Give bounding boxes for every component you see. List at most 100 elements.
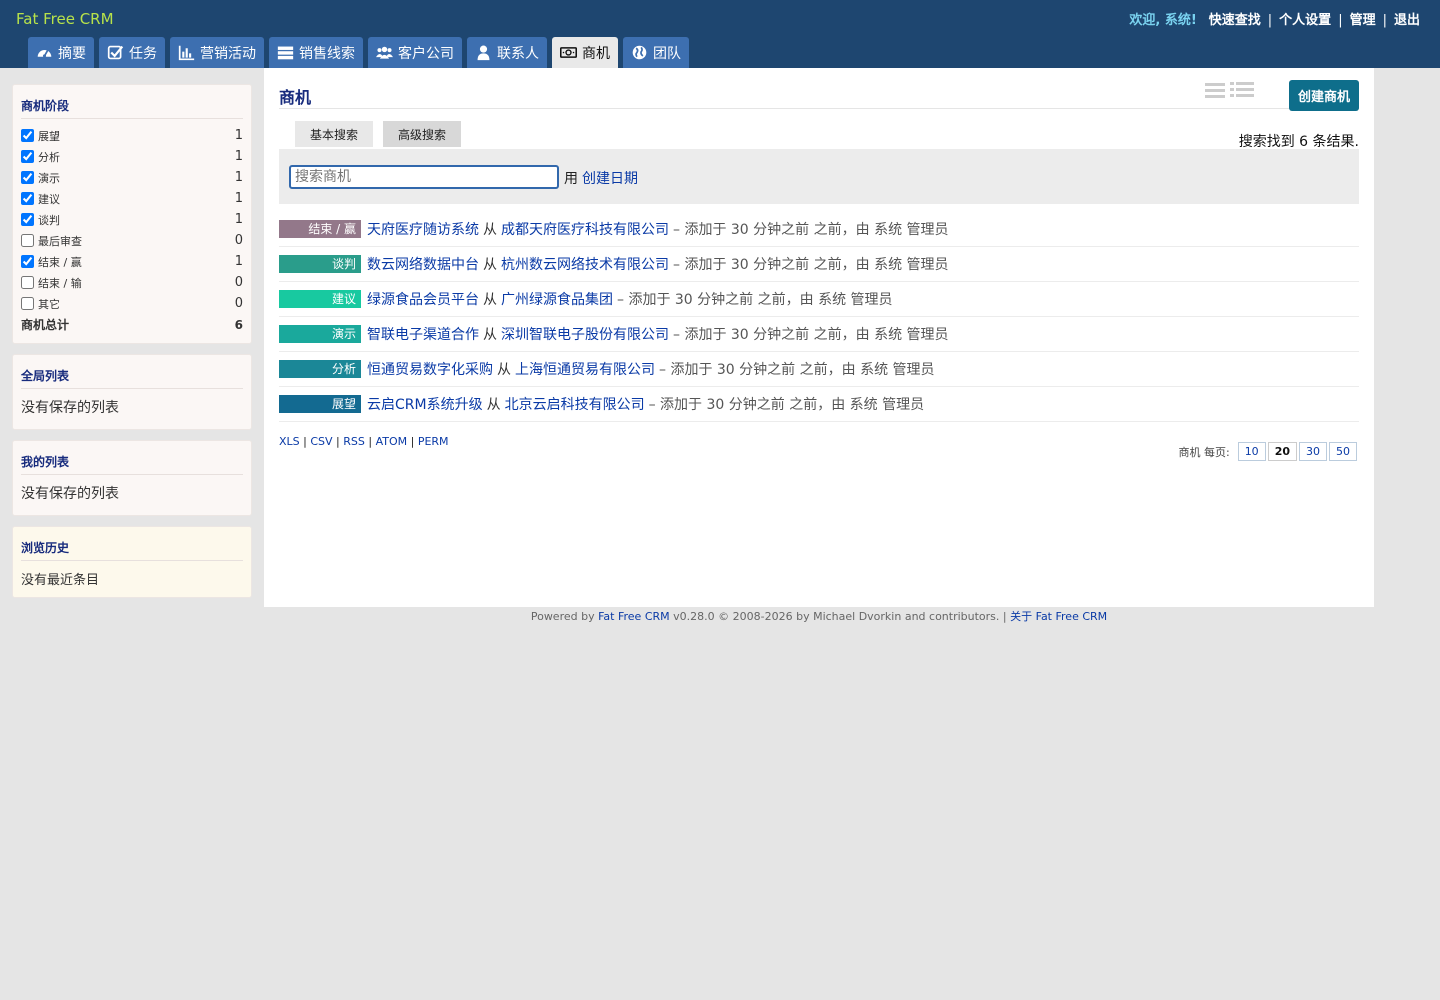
- history-empty: 没有最近条目: [21, 573, 100, 588]
- stage-filter-label[interactable]: 建议: [21, 191, 60, 207]
- tab-label: 客户公司: [398, 45, 454, 62]
- account-link[interactable]: 杭州数云网络技术有限公司: [501, 254, 669, 274]
- stage-checkbox[interactable]: [21, 150, 34, 163]
- search-by-created-link[interactable]: 创建日期: [582, 171, 638, 187]
- basic-search-tab[interactable]: 基本搜索: [295, 121, 374, 147]
- footer-middle: v0.28.0 © 2008-2026 by Michael Dvorkin a…: [673, 610, 1007, 623]
- export-csv-link[interactable]: CSV: [310, 435, 332, 448]
- history-title: 浏览历史: [21, 539, 243, 561]
- logout-link[interactable]: 退出: [1394, 13, 1420, 28]
- opportunity-row: 展望 云启CRM系统升级从北京云启科技有限公司 – 添加于 30 分钟之前 之前，由…: [279, 387, 1359, 422]
- admin-link[interactable]: 管理: [1350, 13, 1376, 28]
- tab-contacts[interactable]: 联系人: [467, 37, 547, 68]
- stage-filter-label[interactable]: 最后审查: [21, 233, 82, 249]
- search-input[interactable]: [289, 165, 559, 189]
- create-opportunity-button[interactable]: 创建商机: [1288, 80, 1359, 111]
- profile-link[interactable]: 个人设置: [1279, 13, 1331, 28]
- stage-filter-row: 其它 0: [21, 293, 243, 314]
- tab-leads[interactable]: 销售线索: [269, 37, 363, 68]
- account-link[interactable]: 成都天府医疗科技有限公司: [501, 219, 669, 239]
- opportunity-row: 演示 智联电子渠道合作从深圳智联电子股份有限公司 – 添加于 30 分钟之前 之前，…: [279, 317, 1359, 352]
- opportunity-name-link[interactable]: 智联电子渠道合作: [367, 324, 479, 344]
- tab-accounts[interactable]: 客户公司: [368, 37, 462, 68]
- opportunity-name-link[interactable]: 恒通贸易数字化采购: [367, 359, 493, 379]
- export-rss-link[interactable]: RSS: [343, 435, 365, 448]
- global-lists-empty: 没有保存的列表: [21, 400, 119, 416]
- stage-total-row: 商机总计 6: [21, 314, 243, 335]
- stage-filter-row: 演示 1: [21, 167, 243, 188]
- tab-opportunities[interactable]: 商机: [552, 37, 618, 68]
- stage-checkbox[interactable]: [21, 255, 34, 268]
- export-xls-link[interactable]: XLS: [279, 435, 300, 448]
- stage-filter-row: 最后审查 0: [21, 230, 243, 251]
- stage-filter-list: 展望 1 分析 1 演示 1 建议 1 谈判 1 最后审查 0 结束 / 赢 1 结束 / 输 0 其它 0: [21, 125, 243, 314]
- account-link[interactable]: 北京云启科技有限公司: [505, 394, 645, 414]
- main-content: 商机 创建商机 基本搜索 高级搜索 搜索找到 6 条结果. 用创建日期 结束 /…: [264, 68, 1374, 607]
- sidebar: 商机阶段 展望 1 分析 1 演示 1 建议 1 谈判 1 最后审查 0 结束 / 赢 1 结束 / 输0其…: [12, 84, 252, 608]
- tab-dashboard[interactable]: 摘要: [28, 37, 94, 68]
- stage-filter-label[interactable]: 结束 / 输: [21, 275, 82, 291]
- stage-checkbox[interactable]: [21, 297, 34, 310]
- stage-filter-row: 展望 1: [21, 125, 243, 146]
- footer-crm-link[interactable]: Fat Free CRM: [598, 610, 670, 623]
- detailed-view-icon[interactable]: [1230, 81, 1254, 103]
- stage-name: 最后审查: [38, 234, 82, 248]
- tab-campaigns[interactable]: 营销活动: [170, 37, 264, 68]
- stage-checkbox[interactable]: [21, 276, 34, 289]
- opportunity-meta: – 添加于 30 分钟之前 之前，由 系统 管理员: [648, 397, 925, 413]
- global-lists-title: 全局列表: [21, 367, 243, 389]
- quick-find-link[interactable]: 快速查找: [1209, 13, 1261, 28]
- stage-checkbox[interactable]: [21, 234, 34, 247]
- stage-total-value: 6: [234, 317, 243, 332]
- account-link[interactable]: 广州绿源食品集团: [501, 289, 613, 309]
- stage-filter-label[interactable]: 结束 / 赢: [21, 254, 82, 270]
- stage-count: 1: [234, 254, 243, 269]
- stage-name: 其它: [38, 297, 60, 311]
- list-view-icon[interactable]: [1205, 81, 1225, 103]
- tab-teams[interactable]: 团队: [623, 37, 689, 68]
- stage-filter-label[interactable]: 展望: [21, 128, 60, 144]
- stage-filter-row: 结束 / 赢 1: [21, 251, 243, 272]
- search-tabs: 基本搜索 高级搜索: [295, 121, 462, 147]
- footer-about-link[interactable]: 关于 Fat Free CRM: [1010, 610, 1107, 623]
- stage-checkbox[interactable]: [21, 192, 34, 205]
- stage-filter-label[interactable]: 演示: [21, 170, 60, 186]
- advanced-search-tab[interactable]: 高级搜索: [383, 121, 462, 147]
- stage-checkbox[interactable]: [21, 213, 34, 226]
- users-icon: [376, 44, 393, 61]
- bar-chart-icon: [178, 44, 195, 61]
- opportunity-meta: – 添加于 30 分钟之前 之前，由 系统 管理员: [673, 257, 949, 273]
- opportunity-name-link[interactable]: 绿源食品会员平台: [367, 289, 479, 309]
- tab-label: 团队: [653, 45, 681, 62]
- per-page-30[interactable]: 30: [1299, 442, 1327, 461]
- per-page-20[interactable]: 20: [1267, 442, 1297, 461]
- stage-filter-label[interactable]: 其它: [21, 296, 60, 312]
- stage-count: 1: [234, 191, 243, 206]
- stage-checkbox[interactable]: [21, 171, 34, 184]
- opportunity-row: 结束 / 赢天府医疗随访系统从成都天府医疗科技有限公司 – 添加于 30 分钟之前…: [279, 212, 1359, 247]
- opportunity-name-link[interactable]: 天府医疗随访系统: [367, 219, 479, 239]
- opportunity-name-link[interactable]: 数云网络数据中台: [367, 254, 479, 274]
- opportunity-name-link[interactable]: 云启CRM系统升级: [367, 394, 483, 414]
- stage-filter-label[interactable]: 分析: [21, 149, 60, 165]
- from-text: 从: [486, 397, 501, 413]
- tab-label: 商机: [582, 45, 610, 62]
- brand-logo[interactable]: Fat Free CRM: [16, 10, 114, 28]
- stage-name: 结束 / 赢: [38, 255, 82, 269]
- stage-checkbox[interactable]: [21, 129, 34, 142]
- opportunity-list: 结束 / 赢天府医疗随访系统从成都天府医疗科技有限公司 – 添加于 30 分钟之前…: [279, 212, 1359, 422]
- account-link[interactable]: 深圳智联电子股份有限公司: [501, 324, 669, 344]
- per-page-10[interactable]: 10: [1237, 442, 1266, 461]
- per-page-selector: 商机 每页: 10 20 30 50: [1178, 442, 1357, 461]
- search-by-label: 用: [564, 171, 578, 187]
- export-perm-link[interactable]: PERM: [418, 435, 449, 448]
- per-page-50[interactable]: 50: [1329, 442, 1357, 461]
- footer: Powered by Fat Free CRM v0.28.0 © 2008-2…: [264, 608, 1374, 624]
- tab-label: 任务: [129, 45, 157, 62]
- stage-filter-label[interactable]: 谈判: [21, 212, 60, 228]
- tab-tasks[interactable]: 任务: [99, 37, 165, 68]
- export-atom-link[interactable]: ATOM: [376, 435, 408, 448]
- account-link[interactable]: 上海恒通贸易有限公司: [515, 359, 655, 379]
- opportunity-row: 建议 绿源食品会员平台从广州绿源食品集团 – 添加于 30 分钟之前 之前，由 系统…: [279, 282, 1359, 317]
- from-text: 从: [483, 222, 497, 238]
